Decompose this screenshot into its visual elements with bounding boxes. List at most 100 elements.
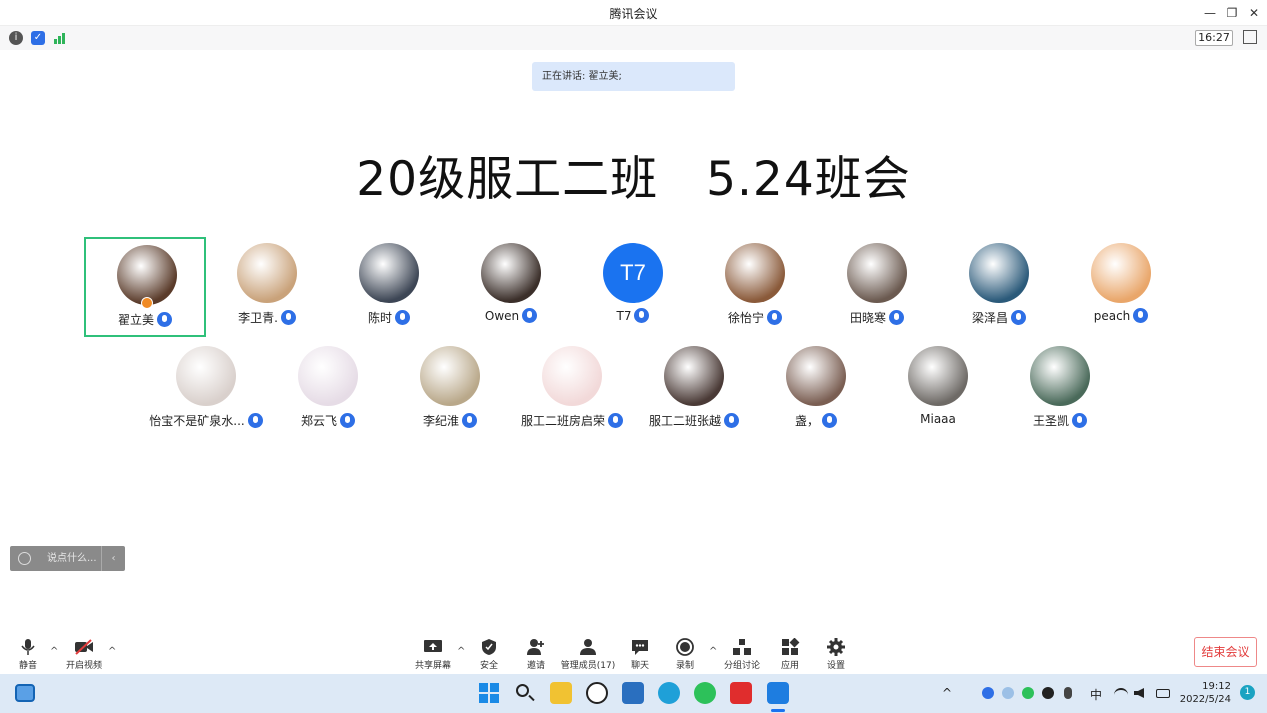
manage-members-label: 管理成员(17) — [560, 661, 616, 671]
participant-name: 王圣凯 — [1032, 414, 1069, 428]
volume-icon[interactable] — [1134, 688, 1144, 698]
participant-name: 服工二班张越 — [648, 414, 721, 428]
participant-name-row: 翟立美 — [86, 311, 204, 328]
participant-name: 翟立美 — [117, 313, 154, 327]
record-button[interactable]: 录制 — [672, 638, 698, 671]
participant-name-row: 郑云飞 — [267, 412, 389, 429]
mail-icon[interactable] — [622, 682, 644, 704]
share-screen-label: 共享屏幕 — [414, 661, 451, 671]
tencent-meeting-icon[interactable] — [767, 682, 789, 704]
wechat-icon[interactable] — [694, 682, 716, 704]
microphone-icon — [522, 308, 538, 323]
participant-tile[interactable]: 服工二班房启荣 — [511, 340, 633, 440]
apps-label: 应用 — [780, 661, 799, 671]
avatar — [1030, 346, 1090, 406]
participant-name-row: 陈时 — [328, 309, 450, 326]
chat-button[interactable]: 聊天 — [628, 638, 652, 671]
participant-name-row: 服工二班张越 — [633, 412, 755, 429]
share-screen-button[interactable]: 共享屏幕 — [414, 638, 452, 671]
participant-name: 怡宝不是矿泉水... — [149, 414, 245, 428]
wifi-icon[interactable] — [1114, 688, 1128, 698]
emoji-icon[interactable] — [18, 552, 31, 565]
widgets-icon[interactable] — [15, 684, 35, 702]
edge-browser-icon[interactable] — [658, 682, 680, 704]
breakout-rooms-button[interactable]: 分组讨论 — [722, 638, 762, 671]
participant-tile[interactable]: 徐怡宁 — [694, 237, 816, 337]
avatar — [481, 243, 541, 303]
participant-tile[interactable]: 梁泽昌 — [938, 237, 1060, 337]
settings-label: 设置 — [826, 661, 845, 671]
participant-tile[interactable]: 李纪淮 — [389, 340, 511, 440]
security-tray-icon[interactable] — [982, 687, 994, 699]
microphone-icon — [21, 639, 35, 655]
cloud-tray-icon[interactable] — [1002, 687, 1014, 699]
battery-icon[interactable] — [1156, 689, 1170, 698]
collapse-chevron-icon[interactable]: ‹ — [101, 546, 125, 571]
os-taskbar: ^ 中 19:12 2022/5/24 1 — [0, 674, 1267, 713]
avatar — [725, 243, 785, 303]
windows-start-icon[interactable] — [478, 682, 500, 704]
participant-tile[interactable]: T7 T7 — [572, 237, 694, 337]
participant-name-row: peach — [1060, 308, 1182, 324]
system-clock[interactable]: 19:12 2022/5/24 — [1180, 680, 1231, 706]
participant-tile[interactable]: 王圣凯 — [999, 340, 1121, 440]
restore-button[interactable]: ❐ — [1221, 3, 1243, 23]
search-icon[interactable] — [514, 682, 536, 704]
apps-button[interactable]: 应用 — [778, 638, 802, 671]
end-meeting-button[interactable]: 结束会议 — [1194, 637, 1257, 667]
file-explorer-icon[interactable] — [550, 682, 572, 704]
meeting-timer: 16:27 — [1195, 30, 1233, 46]
wps-icon[interactable] — [730, 682, 752, 704]
participant-name-row: 服工二班房启荣 — [511, 412, 633, 429]
mute-button[interactable]: 静音 — [14, 638, 42, 671]
participant-tile[interactable]: 田晓寒 — [816, 237, 938, 337]
show-hidden-icons-chevron-icon[interactable]: ^ — [942, 686, 952, 700]
participant-tile[interactable]: 盏， — [755, 340, 877, 440]
start-video-button[interactable]: 开启视频 — [64, 638, 104, 671]
participant-tile[interactable]: 翟立美 — [84, 237, 206, 337]
participant-tile[interactable]: 怡宝不是矿泉水... — [145, 340, 267, 440]
avatar — [664, 346, 724, 406]
participant-name: 郑云飞 — [300, 414, 337, 428]
microphone-icon — [889, 310, 904, 325]
mute-options-chevron-icon[interactable]: ^ — [50, 646, 58, 657]
dell-icon[interactable] — [586, 682, 608, 704]
participant-tile[interactable]: 服工二班张越 — [633, 340, 755, 440]
avatar — [908, 346, 968, 406]
fullscreen-icon[interactable] — [1243, 30, 1257, 44]
qq-tray-icon[interactable] — [1042, 687, 1054, 699]
ime-indicator[interactable]: 中 — [1090, 686, 1102, 703]
avatar — [176, 346, 236, 406]
participant-tile[interactable]: 李卫青. — [206, 237, 328, 337]
microphone-tray-icon[interactable] — [1064, 687, 1072, 699]
participant-tile[interactable]: Miaaa — [877, 340, 999, 440]
share-options-chevron-icon[interactable]: ^ — [457, 646, 465, 657]
participant-tile[interactable]: Owen — [450, 237, 572, 337]
signal-icon[interactable] — [53, 32, 67, 44]
record-options-chevron-icon[interactable]: ^ — [709, 646, 717, 657]
microphone-icon — [1133, 308, 1149, 323]
participant-name: 徐怡宁 — [727, 311, 764, 325]
wechat-tray-icon[interactable] — [1022, 687, 1034, 699]
participant-tile[interactable]: 陈时 — [328, 237, 450, 337]
chat-input[interactable]: 说点什么... ‹ — [10, 546, 125, 571]
title-bar: 腾讯会议 — ❐ ✕ — [0, 0, 1267, 26]
add-user-icon — [527, 639, 544, 655]
participant-tile[interactable]: peach — [1060, 237, 1182, 337]
info-icon[interactable]: i — [9, 31, 23, 45]
minimize-button[interactable]: — — [1199, 3, 1221, 23]
chat-label: 聊天 — [630, 661, 649, 671]
invite-button[interactable]: 邀请 — [522, 638, 550, 671]
notification-badge[interactable]: 1 — [1240, 685, 1255, 700]
participant-tile[interactable]: 郑云飞 — [267, 340, 389, 440]
manage-members-button[interactable]: 管理成员(17) — [560, 638, 616, 671]
participant-name-row: 田晓寒 — [816, 309, 938, 326]
settings-button[interactable]: 设置 — [824, 638, 848, 671]
participant-name-row: 怡宝不是矿泉水... — [145, 412, 267, 429]
security-button[interactable]: 安全 — [476, 638, 502, 671]
video-options-chevron-icon[interactable]: ^ — [108, 646, 116, 657]
shield-icon — [482, 639, 496, 655]
close-button[interactable]: ✕ — [1243, 3, 1265, 23]
avatar — [359, 243, 419, 303]
shield-icon[interactable]: ✓ — [31, 31, 45, 45]
